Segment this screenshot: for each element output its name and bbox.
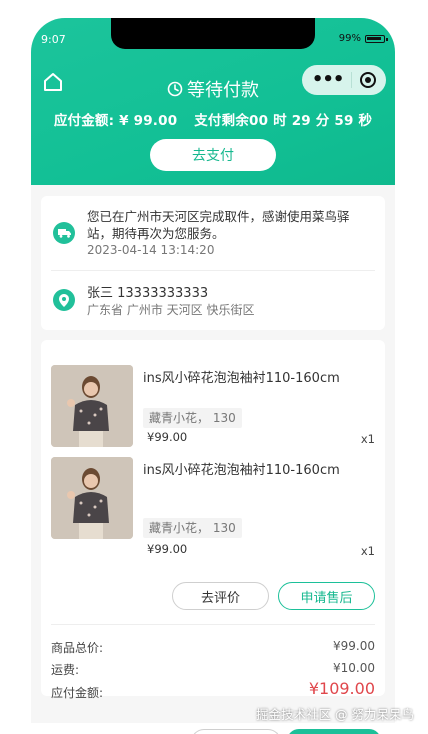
- logistics-time: 2023-04-14 13:14:20: [87, 243, 215, 257]
- bottom-action-bar: [31, 723, 395, 734]
- status-title: 等待付款: [187, 80, 259, 101]
- shipping-value: ¥10.00: [333, 661, 375, 675]
- truck-icon: [53, 222, 75, 244]
- payable-value: ¥109.00: [308, 679, 375, 698]
- phone-frame: 9:07 99% ••• 等待付款 应付金额: ¥ 99.00 支付剩余00 时…: [31, 18, 395, 734]
- total-value: ¥99.00: [333, 639, 375, 653]
- page-title: 等待付款: [31, 76, 395, 102]
- bottom-secondary-button[interactable]: [191, 729, 281, 734]
- product-image: [51, 365, 133, 447]
- product-name: ins风小碎花泡泡袖衬110-160cm: [143, 371, 340, 386]
- order-items-card: ins风小碎花泡泡袖衬110-160cm 藏青小花， 130 ¥99.00 x1…: [41, 340, 385, 700]
- review-button[interactable]: 去评价: [172, 582, 269, 610]
- product-image: [51, 457, 133, 539]
- pay-button[interactable]: 去支付: [150, 139, 276, 171]
- device-notch: [111, 18, 315, 49]
- product-price: ¥99.00: [147, 430, 188, 444]
- product-price: ¥99.00: [147, 542, 188, 556]
- status-time: 9:07: [41, 33, 66, 46]
- payable-label: 应付金额:: [51, 686, 104, 700]
- battery-percent: 99%: [338, 33, 361, 44]
- recipient-address: 广东省 广州市 天河区 快乐街区: [87, 303, 255, 317]
- bottom-primary-button[interactable]: [287, 729, 381, 734]
- product-name: ins风小碎花泡泡袖衬110-160cm: [143, 463, 340, 478]
- after-sale-button[interactable]: 申请售后: [278, 582, 375, 610]
- payment-countdown: 支付剩余00 时 29 分 59 秒: [194, 113, 373, 129]
- logistics-message: 您已在广州市天河区完成取件，感谢使用菜鸟驿站，期待再次为您服务。: [87, 209, 350, 241]
- product-sku: 藏青小花， 130: [143, 518, 242, 538]
- product-sku: 藏青小花， 130: [143, 408, 242, 428]
- battery-indicator: 99%: [338, 33, 388, 44]
- payable-amount: 应付金额: ¥ 99.00: [53, 113, 178, 129]
- product-quantity: x1: [360, 432, 375, 446]
- product-quantity: x1: [360, 544, 375, 558]
- clock-icon: [167, 81, 183, 97]
- watermark: 掘金技术社区 @ 努力呆呆鸟: [256, 707, 414, 722]
- total-label: 商品总价:: [51, 641, 104, 655]
- recipient-name-phone: 张三 13333333333: [87, 286, 209, 301]
- summary-divider: [51, 624, 375, 625]
- battery-icon: [365, 34, 388, 43]
- card-divider: [51, 270, 375, 271]
- payment-info: 应付金额: ¥ 99.00 支付剩余00 时 29 分 59 秒: [31, 109, 395, 129]
- delivery-card: 您已在广州市天河区完成取件，感谢使用菜鸟驿站，期待再次为您服务。 2023-04…: [41, 196, 385, 330]
- shipping-label: 运费:: [51, 663, 80, 677]
- order-status-header: 9:07 99% ••• 等待付款 应付金额: ¥ 99.00 支付剩余00 时…: [31, 18, 395, 185]
- location-pin-icon: [53, 289, 75, 311]
